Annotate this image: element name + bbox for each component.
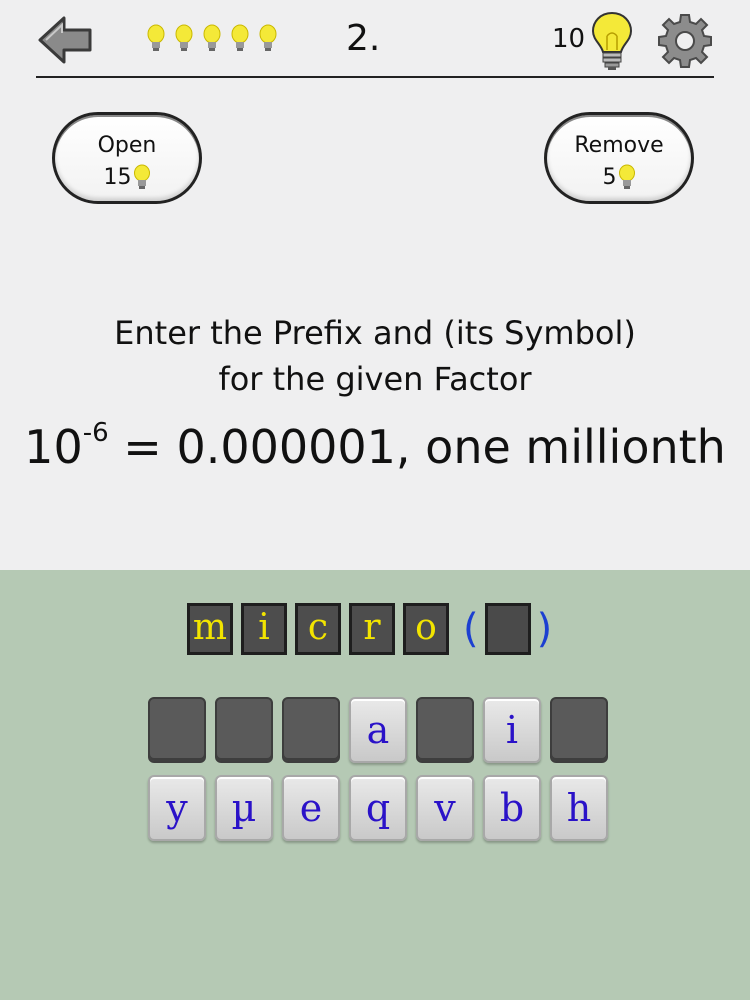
lives-bulbs (146, 24, 278, 52)
letter-key[interactable]: b (483, 775, 541, 841)
answer-tile[interactable]: m (187, 603, 233, 655)
bulb-icon (133, 164, 150, 189)
close-paren: ) (536, 606, 553, 652)
level-number: 2. (346, 18, 381, 59)
factor-expression: 10-6 = 0.000001, one millionth (0, 418, 750, 474)
answer-tile[interactable]: r (349, 603, 395, 655)
open-paren: ( (463, 606, 479, 652)
factor-base: 10 (24, 420, 83, 474)
factor-exponent: -6 (82, 418, 109, 448)
settings-gear-icon[interactable] (656, 12, 714, 70)
question-panel: 2. 10 Open 15 Remove 5 Enter the Prefix … (0, 0, 750, 570)
answer-tile[interactable]: c (295, 603, 341, 655)
open-cost: 15 (104, 164, 151, 190)
remove-label: Remove (574, 133, 664, 158)
symbol-answer-tile[interactable] (484, 603, 531, 655)
bulb-icon (175, 24, 193, 51)
header-divider (36, 76, 714, 78)
remove-letters-button[interactable]: Remove 5 (544, 112, 694, 204)
letter-key[interactable]: y (148, 775, 206, 841)
letter-key[interactable]: a (349, 697, 407, 763)
back-arrow-icon[interactable] (36, 10, 96, 70)
answer-slots: m i c r o ( ) (187, 603, 558, 655)
factor-value: = 0.000001, one millionth (108, 420, 726, 474)
letter-key-used (416, 697, 474, 763)
open-label: Open (97, 133, 157, 158)
bulb-icon (203, 24, 221, 51)
open-letter-button[interactable]: Open 15 (52, 112, 202, 204)
letter-key[interactable]: i (483, 697, 541, 763)
letter-key[interactable]: v (416, 775, 474, 841)
letter-key[interactable]: µ (215, 775, 273, 841)
remove-cost: 5 (603, 164, 636, 190)
prompt-line-2: for the given Factor (218, 360, 532, 398)
letter-key[interactable]: e (282, 775, 340, 841)
letter-key[interactable]: q (349, 775, 407, 841)
prompt-line-1: Enter the Prefix and (its Symbol) (114, 314, 636, 352)
bulb-icon (618, 164, 635, 189)
letter-key[interactable]: h (550, 775, 608, 841)
keyboard-row-1: a i (148, 697, 608, 763)
hint-coins-count: 10 (552, 24, 586, 54)
lightbulb-icon (591, 11, 633, 70)
keyboard-row-2: y µ e q v b h (148, 775, 608, 841)
answer-tile[interactable]: o (403, 603, 449, 655)
bulb-icon (259, 24, 277, 51)
letter-key-used (148, 697, 206, 763)
bulb-icon (231, 24, 249, 51)
letter-key-used (282, 697, 340, 763)
question-prompt: Enter the Prefix and (its Symbol) for th… (0, 310, 750, 402)
bulb-icon (147, 24, 165, 51)
remove-cost-value: 5 (602, 164, 617, 190)
open-cost-value: 15 (103, 164, 132, 190)
letter-key-used (550, 697, 608, 763)
letter-key-used (215, 697, 273, 763)
answer-tile[interactable]: i (241, 603, 287, 655)
